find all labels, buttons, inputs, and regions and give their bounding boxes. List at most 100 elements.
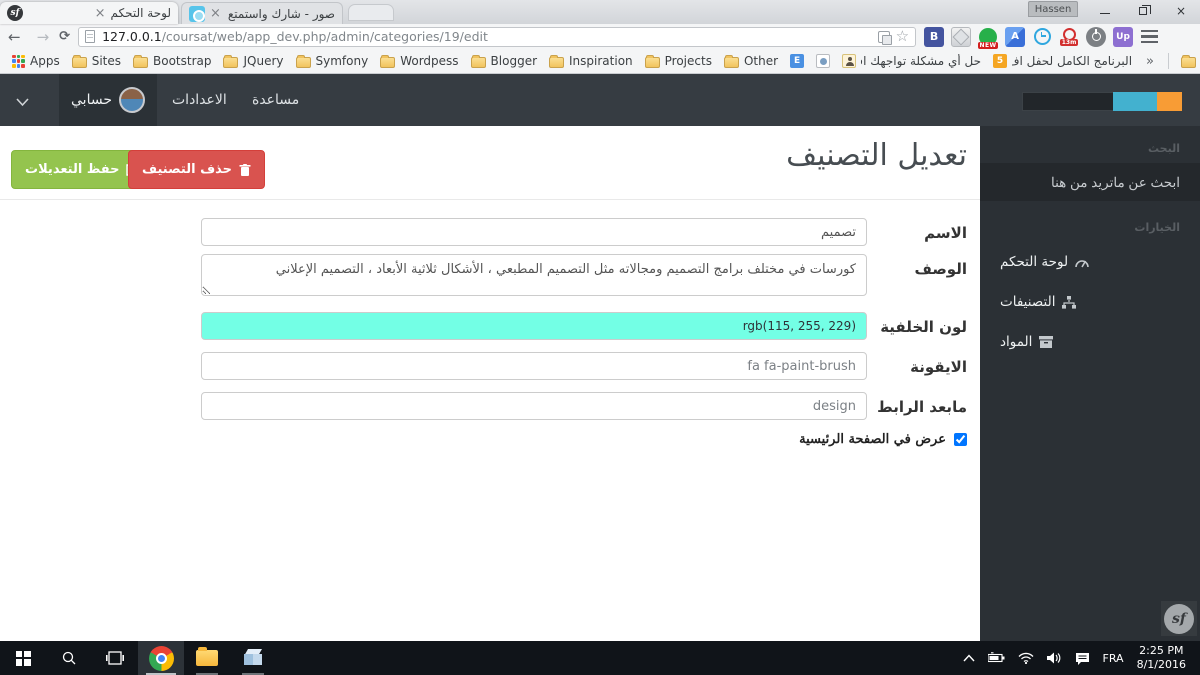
notification-icon[interactable] xyxy=(1075,652,1090,665)
tab-close-icon[interactable]: × xyxy=(205,6,226,21)
wifi-icon[interactable] xyxy=(1018,652,1034,664)
timer-badge: 13m xyxy=(1059,38,1079,46)
bookmark-label: Projects xyxy=(664,54,712,68)
bookmark-label: Other xyxy=(743,54,779,68)
symfony-debug-button[interactable]: sf xyxy=(1164,603,1194,634)
bookmarks-overflow-icon[interactable]: » xyxy=(1138,54,1162,69)
navbar-search-input[interactable] xyxy=(1022,92,1113,111)
translate-extension-icon[interactable]: A xyxy=(1005,26,1026,47)
restore-button[interactable] xyxy=(1124,0,1162,21)
bootstrap-extension-icon[interactable]: B xyxy=(924,26,945,47)
navbar-search xyxy=(1022,92,1182,111)
browser-toolbar: ← → ⟳ 127.0.0.1 /coursat/web/app_dev.php… xyxy=(0,24,1200,49)
folder-icon xyxy=(549,54,565,68)
minimize-button[interactable] xyxy=(1086,0,1124,21)
taskbar: FRA 2:25 PM 8/1/2016 xyxy=(0,641,1200,675)
up-extension-icon[interactable]: Up xyxy=(1113,26,1134,47)
bookmark-folder[interactable]: Other xyxy=(718,54,784,68)
clock-extension-icon[interactable] xyxy=(1032,27,1052,47)
tab-photos[interactable]: × صور - شارك واستمتع بأجمل xyxy=(181,2,343,24)
navbar-item-settings[interactable]: الاعدادات xyxy=(172,74,227,126)
navbar-search-button[interactable] xyxy=(1113,92,1157,111)
navbar-item-help[interactable]: مساعدة xyxy=(252,74,299,126)
grammarly-extension-icon[interactable]: NEW xyxy=(978,27,999,49)
name-field[interactable] xyxy=(201,218,867,246)
tab-close-icon[interactable]: × xyxy=(90,6,111,21)
folder-icon xyxy=(380,54,396,68)
tab-control-panel[interactable]: sf × لوحة التحكم xyxy=(0,2,178,24)
power-extension-icon[interactable] xyxy=(1086,26,1107,47)
cube-extension-icon[interactable] xyxy=(951,26,972,47)
folder-icon xyxy=(644,54,660,68)
navbar-item-account[interactable]: حسابي xyxy=(59,74,157,126)
bookmark-e[interactable]: E xyxy=(784,54,810,68)
help-label: مساعدة xyxy=(252,92,300,108)
bookmark-folder[interactable]: Blogger xyxy=(465,54,543,68)
sidebar-item-dashboard[interactable]: لوحة التحكم xyxy=(980,250,1200,274)
app-navbar: حسابي الاعدادات مساعدة xyxy=(0,74,1200,126)
description-field[interactable]: كورسات في مختلف برامج التصميم ومجالاته م… xyxy=(201,254,867,296)
bg-color-field[interactable] xyxy=(201,312,867,340)
delete-button[interactable]: حذف التصنيف xyxy=(128,150,266,189)
start-button[interactable] xyxy=(0,641,46,675)
symfony-favicon-icon: sf xyxy=(7,5,23,21)
bookmark-folder[interactable]: JQuery xyxy=(217,54,289,68)
new-badge: NEW xyxy=(978,41,999,49)
edit-category-form: الاسم الوصف كورسات في مختلف برامج التصمي… xyxy=(0,200,980,447)
bookmark-star-icon[interactable]: ☆ xyxy=(896,29,909,44)
save-label: حفظ التعديلات xyxy=(25,162,120,177)
delete-label: حذف التصنيف xyxy=(142,162,233,177)
bookmark-folder[interactable]: Symfony xyxy=(290,54,375,68)
folder-icon xyxy=(723,54,739,68)
archive-icon xyxy=(1039,336,1054,348)
icon-label: الايقونة xyxy=(910,358,967,376)
bookmark-folder[interactable]: Projects xyxy=(639,54,718,68)
menu-icon[interactable] xyxy=(1141,29,1159,44)
tray-chevron-up-icon[interactable] xyxy=(963,654,975,662)
speaker-icon[interactable] xyxy=(1046,652,1062,664)
taskbar-chrome-button[interactable] xyxy=(138,641,184,675)
address-bar[interactable]: 127.0.0.1 /coursat/web/app_dev.php/admin… xyxy=(78,26,917,47)
show-on-homepage-checkbox[interactable] xyxy=(954,433,967,446)
folder-icon xyxy=(133,54,148,68)
forward-button[interactable]: → xyxy=(29,28,58,46)
bookmark-arabic-1[interactable]: حل أي مشكلة تواجهك اف xyxy=(836,54,987,68)
close-button[interactable]: × xyxy=(1162,0,1200,21)
bookmark-arabic-2[interactable]: 5 البرنامج الكامل لحفل اف xyxy=(987,54,1138,68)
bookmark-page[interactable] xyxy=(810,54,836,68)
slug-field[interactable] xyxy=(201,392,867,420)
sidebar-item-materials[interactable]: المواد xyxy=(980,330,1200,354)
bookmark-folder[interactable]: Bootstrap xyxy=(127,54,217,68)
timer-extension-icon[interactable]: 13m xyxy=(1059,27,1079,47)
main-content: تعديل التصنيف حفظ التعديلات حذف التصنيف xyxy=(0,126,980,641)
new-tab-button[interactable] xyxy=(348,4,394,21)
bookmark-folder[interactable]: Inspiration xyxy=(543,54,639,68)
sidebar-item-label: التصنيفات xyxy=(1000,294,1056,310)
sidebar-search-section-label: البحث xyxy=(1148,142,1180,155)
taskbar-explorer-button[interactable] xyxy=(184,641,230,675)
translate-page-icon[interactable] xyxy=(877,30,892,45)
battery-icon[interactable] xyxy=(987,652,1005,664)
language-indicator[interactable]: FRA xyxy=(1103,652,1124,665)
camera-favicon-icon xyxy=(189,5,205,22)
taskbar-vm-button[interactable] xyxy=(230,641,276,675)
sidebar-item-categories[interactable]: التصنيفات xyxy=(980,290,1200,314)
reload-button[interactable]: ⟳ xyxy=(57,29,78,44)
taskbar-search-button[interactable] xyxy=(46,641,92,675)
task-view-button[interactable] xyxy=(92,641,138,675)
profile-badge[interactable]: Hassen xyxy=(1028,1,1078,17)
clock-time: 2:25 PM xyxy=(1139,643,1184,657)
icon-field[interactable] xyxy=(201,352,867,380)
navbar-orange-button[interactable] xyxy=(1157,92,1182,111)
sidebar-search-input[interactable] xyxy=(980,163,1200,201)
sidebar-item-label: المواد xyxy=(1000,334,1033,350)
page-icon xyxy=(85,30,96,43)
chevron-down-icon[interactable] xyxy=(16,92,29,111)
back-button[interactable]: ← xyxy=(0,28,29,46)
taskbar-clock[interactable]: 2:25 PM 8/1/2016 xyxy=(1137,644,1190,673)
other-bookmarks[interactable]: Other bookmarks xyxy=(1175,54,1200,68)
bookmark-folder[interactable]: Sites xyxy=(66,54,127,68)
apps-bookmark[interactable]: Apps xyxy=(6,54,66,68)
apps-grid-icon xyxy=(12,54,25,68)
bookmark-folder[interactable]: Wordpess xyxy=(374,54,464,68)
